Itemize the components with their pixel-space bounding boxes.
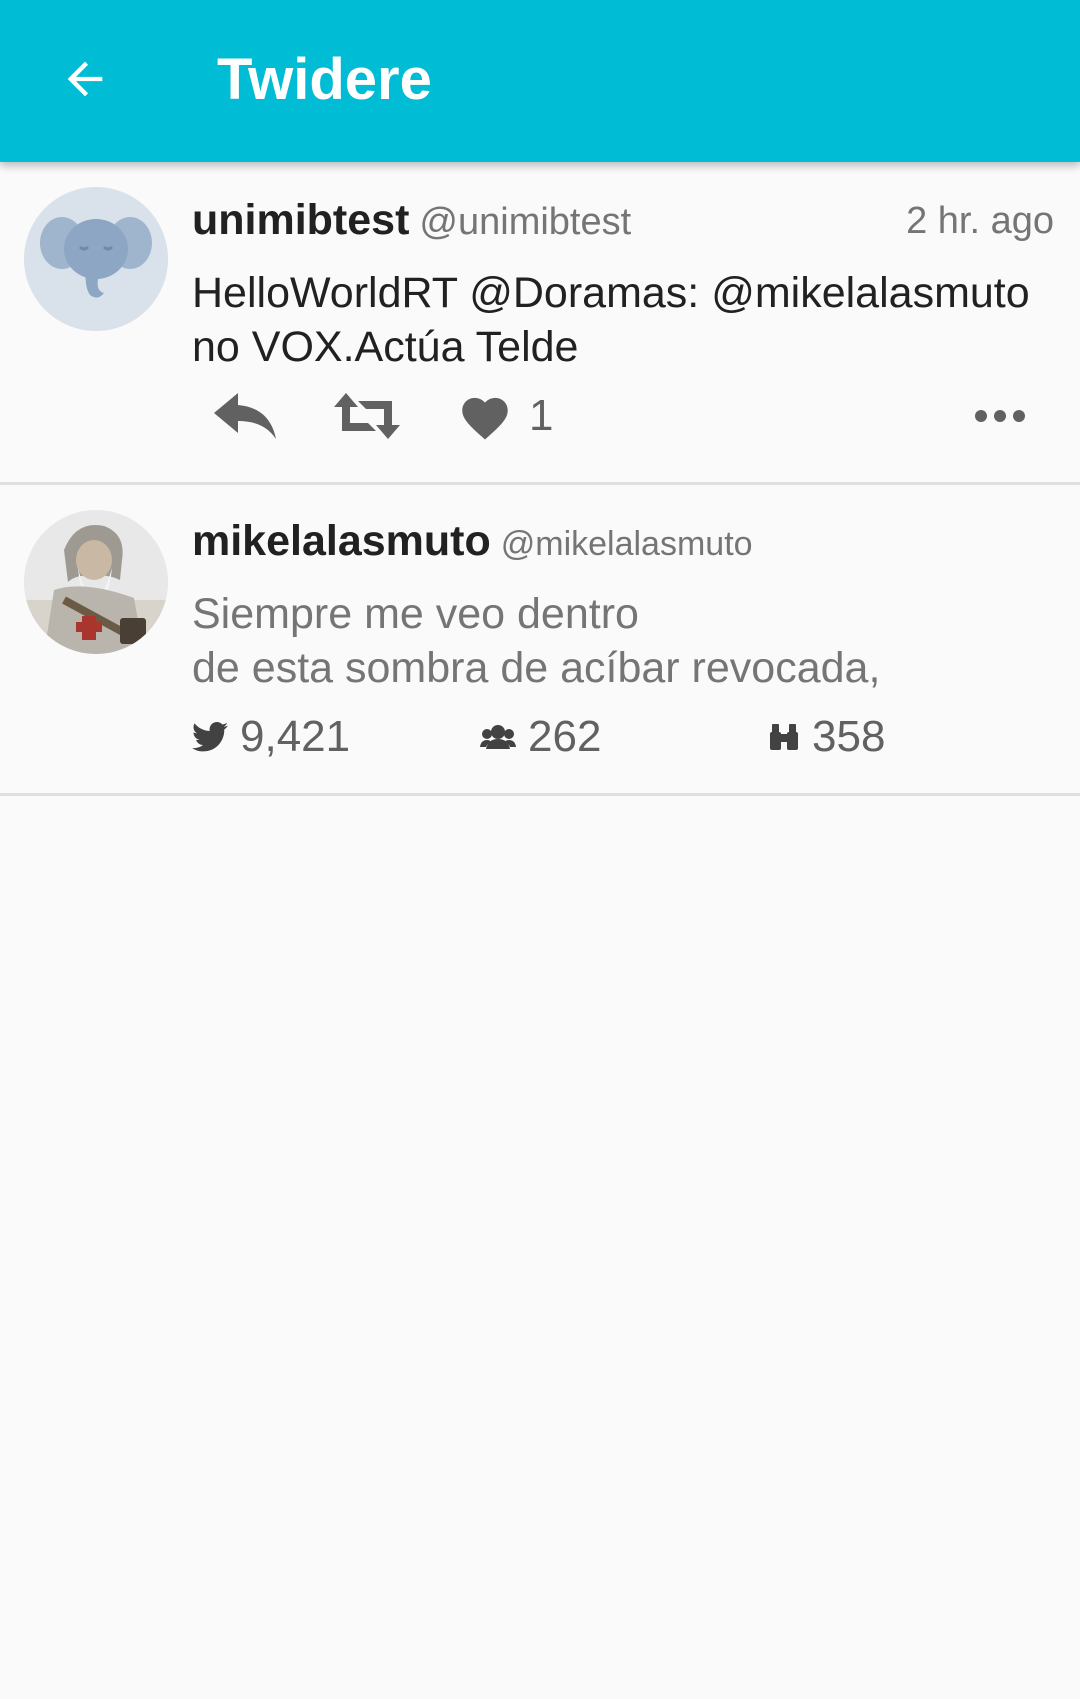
- tweets-stat[interactable]: 9,421: [192, 709, 350, 765]
- app-bar: Twidere: [0, 0, 1080, 162]
- more-button[interactable]: [974, 384, 1026, 448]
- user-bio: Siempre me veo dentro de esta sombra de …: [192, 590, 881, 692]
- app-title: Twidere: [217, 47, 432, 112]
- tweet-text: HelloWorldRT @Doramas: @mikelalasmuto no…: [192, 269, 1030, 371]
- tweet-handle[interactable]: @unimibtest: [419, 201, 631, 243]
- more-horiz-icon: [975, 410, 1025, 422]
- binoculars-icon: [770, 724, 798, 750]
- back-button[interactable]: [50, 44, 120, 114]
- user-display-name[interactable]: mikelalasmuto: [192, 517, 491, 565]
- arrow-left-icon: [67, 61, 103, 97]
- reply-button[interactable]: [212, 384, 278, 448]
- tweets-count: 9,421: [240, 712, 351, 761]
- following-stat[interactable]: 262: [480, 709, 601, 765]
- like-button[interactable]: 1: [457, 384, 553, 448]
- reply-icon: [214, 393, 276, 439]
- tweet-author[interactable]: unimibtest @unimibtest: [192, 196, 631, 245]
- user-avatar[interactable]: [24, 510, 168, 654]
- user-author[interactable]: mikelalasmuto @mikelalasmuto: [192, 517, 753, 566]
- retweet-icon: [334, 393, 400, 439]
- user-avatar-image: [24, 510, 168, 654]
- user-card[interactable]: mikelalasmuto @mikelalasmuto Siempre me v…: [0, 485, 1080, 796]
- user-handle[interactable]: @mikelalasmuto: [501, 525, 753, 563]
- followers-count: 358: [812, 712, 886, 761]
- tweet-display-name[interactable]: unimibtest: [192, 196, 409, 244]
- bird-icon: [192, 722, 228, 752]
- like-count: 1: [529, 391, 554, 440]
- retweet-button[interactable]: [332, 384, 402, 448]
- followers-stat[interactable]: 358: [768, 709, 885, 765]
- tweet-actions: 1: [192, 384, 1052, 448]
- tweet-avatar[interactable]: [24, 187, 168, 331]
- elephant-avatar-icon: [24, 187, 168, 331]
- tweet-card[interactable]: unimibtest @unimibtest 2 hr. ago HelloWor…: [0, 162, 1080, 485]
- user-stats: 9,421 262 358: [192, 709, 1052, 765]
- group-icon: [480, 725, 516, 749]
- following-count: 262: [528, 712, 602, 761]
- heart-icon: [462, 397, 508, 440]
- tweet-time: 2 hr. ago: [906, 200, 1054, 242]
